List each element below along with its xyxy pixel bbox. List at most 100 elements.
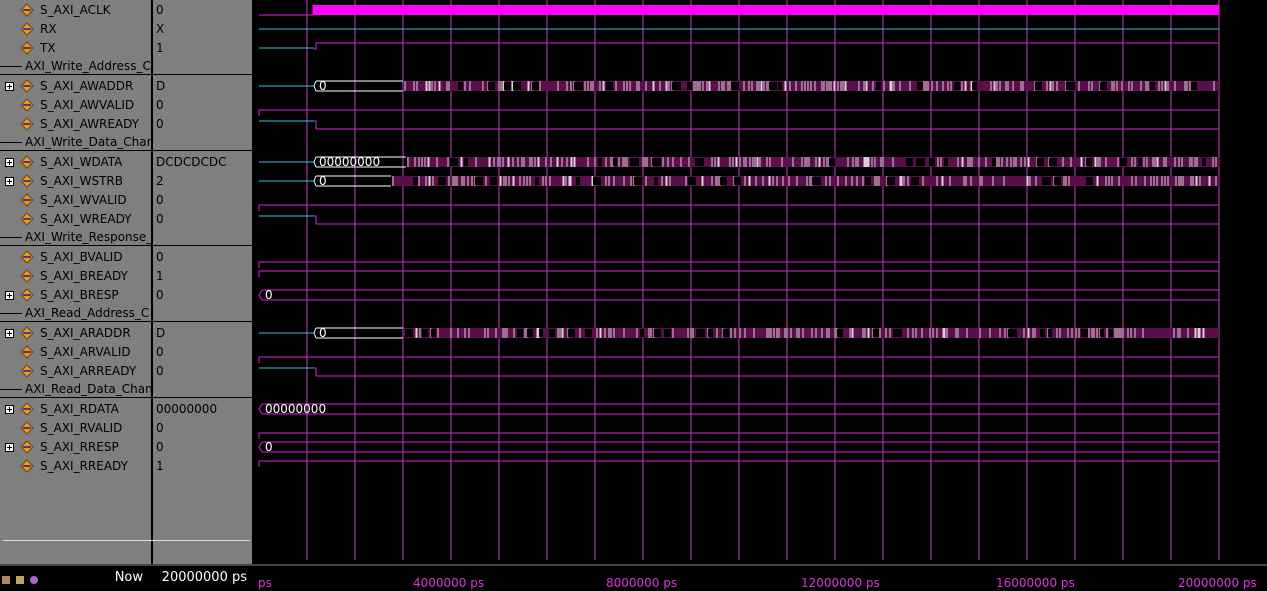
- axis-tick-label: 16000000 ps: [996, 576, 1075, 590]
- bus-gap: [837, 329, 843, 337]
- expand-icon[interactable]: [5, 329, 14, 338]
- signal-name[interactable]: S_AXI_AWADDR: [40, 77, 133, 96]
- bus-value: 0: [265, 288, 273, 302]
- signal-value: 1: [156, 41, 164, 55]
- expand-icon[interactable]: [5, 291, 14, 300]
- bus-gap: [829, 158, 835, 166]
- expand-icon[interactable]: [5, 405, 14, 414]
- signal-name[interactable]: S_AXI_BREADY: [40, 267, 128, 286]
- bus-gap: [1150, 82, 1155, 90]
- bus-activity: [392, 176, 1219, 186]
- bus-gap: [812, 177, 821, 185]
- signal-name[interactable]: S_AXI_ARADDR: [40, 324, 131, 343]
- signal-name[interactable]: S_AXI_ARVALID: [40, 343, 131, 362]
- bus-gap: [769, 82, 777, 90]
- group-divider: [153, 150, 252, 151]
- now-label: Now: [114, 570, 143, 585]
- signal-name[interactable]: S_AXI_RDATA: [40, 400, 119, 419]
- bus-value: 0: [265, 440, 273, 454]
- bus-gap: [916, 158, 925, 166]
- bus-gap: [517, 329, 523, 337]
- bus-outline: [313, 80, 403, 92]
- signal-icon: [20, 459, 34, 473]
- bus-gap: [438, 177, 446, 185]
- signal-name[interactable]: S_AXI_BRESP: [40, 286, 119, 305]
- names-scrollbar[interactable]: [3, 540, 250, 541]
- bus-gap: [1202, 158, 1206, 166]
- bus-gap: [893, 329, 902, 337]
- signal-icon: [20, 440, 34, 454]
- signal-icon: [20, 326, 34, 340]
- bus-gap: [464, 158, 468, 166]
- signal-name[interactable]: S_AXI_WSTRB: [40, 172, 123, 191]
- signal-icon: [20, 421, 34, 435]
- signal-value: D: [156, 79, 166, 93]
- expand-icon[interactable]: [5, 82, 14, 91]
- bus-gap: [527, 329, 533, 337]
- expand-icon[interactable]: [5, 177, 14, 186]
- bus-gap: [708, 329, 713, 337]
- signal-name[interactable]: S_AXI_RREADY: [40, 457, 128, 476]
- bus-gap: [1048, 329, 1052, 337]
- group-header[interactable]: AXI_Read_Data_Chan: [0, 380, 151, 399]
- signal-value: 0: [156, 98, 164, 112]
- bus-gap: [911, 177, 919, 185]
- signal-icon: [20, 98, 34, 112]
- bus-gap: [585, 329, 592, 337]
- signal-icon: [20, 269, 34, 283]
- bus-gap: [887, 177, 895, 185]
- signal-name[interactable]: TX: [40, 39, 56, 58]
- signal-name[interactable]: S_AXI_ACLK: [40, 1, 111, 20]
- signal-name[interactable]: S_AXI_RVALID: [40, 419, 122, 438]
- now-value: 20000000 ps: [161, 570, 247, 585]
- signal-icon: [20, 41, 34, 55]
- group-header[interactable]: AXI_Read_Address_C: [0, 304, 151, 323]
- bus-gap: [695, 158, 704, 166]
- signal-value: 1: [156, 269, 164, 283]
- signal-name[interactable]: S_AXI_WREADY: [40, 210, 132, 229]
- waveform-area[interactable]: 000000000000000000000: [255, 0, 1267, 564]
- footer-names: Now: [0, 566, 151, 591]
- signal-icon: [20, 3, 34, 17]
- footer-values: 20000000 ps: [153, 566, 252, 591]
- bus-gap: [723, 329, 729, 337]
- bus-gap: [598, 158, 602, 166]
- waveform-s-axi-aclk[interactable]: [259, 5, 1219, 16]
- signal-value: 0: [156, 440, 164, 454]
- group-divider: [153, 245, 252, 246]
- bus-gap: [672, 82, 681, 90]
- signal-name[interactable]: S_AXI_WDATA: [40, 153, 122, 172]
- bus-gap: [422, 329, 428, 337]
- signal-name[interactable]: S_AXI_AWVALID: [40, 96, 134, 115]
- expand-icon[interactable]: [5, 158, 14, 167]
- signal-value: 00000000: [156, 402, 218, 416]
- signal-name[interactable]: RX: [40, 20, 57, 39]
- bus-gap: [1054, 177, 1061, 185]
- bus-gap: [972, 82, 977, 90]
- expand-icon[interactable]: [5, 443, 14, 452]
- lock-icon[interactable]: [15, 576, 24, 584]
- bus-activity: [407, 157, 1219, 167]
- waveform-s-axi-wstrb[interactable]: 0: [259, 174, 1219, 188]
- toolbar-icons: [2, 573, 40, 587]
- bus-gap: [613, 158, 617, 166]
- bus-gap: [574, 82, 583, 90]
- signal-icon: [20, 402, 34, 416]
- bus-gap: [431, 329, 436, 337]
- signal-name[interactable]: S_AXI_RRESP: [40, 438, 119, 457]
- signal-value: 0: [156, 3, 164, 17]
- bus-gap: [640, 329, 644, 337]
- group-header[interactable]: AXI_Write_Data_Char: [0, 133, 151, 152]
- cursor-icon[interactable]: [29, 576, 38, 584]
- group-header[interactable]: AXI_Write_Address_C: [0, 57, 151, 76]
- bus-gap: [1042, 177, 1051, 185]
- bus-gap: [532, 82, 539, 90]
- signal-name[interactable]: S_AXI_ARREADY: [40, 362, 136, 381]
- key-icon[interactable]: [2, 576, 10, 584]
- signal-name[interactable]: S_AXI_WVALID: [40, 191, 127, 210]
- signal-name[interactable]: S_AXI_BVALID: [40, 248, 123, 267]
- signal-name[interactable]: S_AXI_AWREADY: [40, 115, 139, 134]
- group-header[interactable]: AXI_Write_Response_: [0, 228, 151, 247]
- signal-icon: [20, 193, 34, 207]
- bus-gap: [944, 158, 948, 166]
